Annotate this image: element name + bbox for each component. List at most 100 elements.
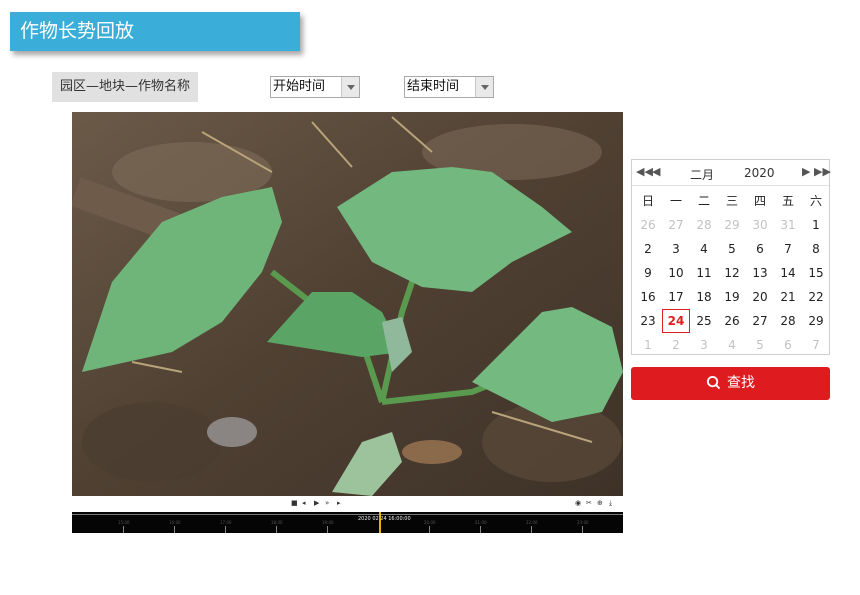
next-year-icon[interactable]: ▶▶ — [814, 166, 831, 178]
calendar-day[interactable]: 9 — [634, 261, 662, 285]
search-icon — [706, 375, 721, 390]
calendar-day[interactable]: 2 — [634, 237, 662, 261]
calendar-day[interactable]: 19 — [718, 285, 746, 309]
timeline-tick-label: 21:00 — [475, 520, 487, 525]
weekday-label: 六 — [809, 194, 822, 208]
timeline-cursor-time: 2020 02 24 16:00:00 — [358, 516, 411, 522]
start-time-select[interactable]: 开始时间 — [270, 76, 360, 98]
calendar-header: ◀◀ ◀ 二月 2020 ▶ ▶▶ — [632, 160, 831, 186]
calendar-day[interactable]: 31 — [774, 213, 802, 237]
calendar-day-selected[interactable]: 24 — [662, 309, 690, 333]
fast-forward-icon[interactable]: » — [325, 499, 329, 508]
week-row: 16 17 18 19 20 21 22 — [634, 285, 830, 309]
clip-icon[interactable]: ✂ — [586, 499, 592, 508]
calendar-day[interactable]: 7 — [774, 237, 802, 261]
week-row: 26 27 28 29 30 31 1 — [634, 213, 830, 237]
weekday-label: 一 — [669, 194, 682, 208]
weekday-label: 四 — [753, 194, 766, 208]
weekday-label: 三 — [725, 194, 738, 208]
calendar-year[interactable]: 2020 — [744, 166, 775, 180]
calendar-day[interactable]: 4 — [718, 333, 746, 357]
calendar-day[interactable]: 17 — [662, 285, 690, 309]
crop-photo — [72, 112, 623, 496]
calendar-day[interactable]: 29 — [718, 213, 746, 237]
page-title: 作物长势回放 — [10, 12, 300, 51]
timeline-tick-label: 22:00 — [526, 520, 538, 525]
next-frame-icon[interactable]: ▸ — [337, 499, 341, 508]
timeline-tick — [225, 526, 226, 533]
timeline-tick — [174, 526, 175, 533]
calendar-day[interactable]: 27 — [662, 213, 690, 237]
timeline-tick-label: 16:00 — [169, 520, 181, 525]
video-player[interactable]: ■ ◂ ▶ » ▸ ◉ ✂ ⊕ ⤓ 15:00 16:00 17:00 18:0… — [72, 112, 623, 533]
calendar-day[interactable]: 28 — [774, 309, 802, 333]
calendar-day[interactable]: 5 — [718, 237, 746, 261]
calendar-day[interactable]: 23 — [634, 309, 662, 333]
timeline-tick-label: 15:00 — [118, 520, 130, 525]
timeline-tick-label: 20:00 — [424, 520, 436, 525]
calendar-day[interactable]: 7 — [802, 333, 830, 357]
next-month-icon[interactable]: ▶ — [802, 166, 810, 178]
calendar-day[interactable]: 3 — [662, 237, 690, 261]
calendar-day[interactable]: 6 — [774, 333, 802, 357]
timeline-tick — [480, 526, 481, 533]
calendar-day[interactable]: 15 — [802, 261, 830, 285]
stop-icon[interactable]: ■ — [291, 499, 298, 508]
timeline-tick — [531, 526, 532, 533]
timeline-tick-label: 23:00 — [577, 520, 589, 525]
timeline-tick — [123, 526, 124, 533]
breadcrumb: 园区—地块—作物名称 — [52, 72, 198, 102]
date-picker[interactable]: ◀◀ ◀ 二月 2020 ▶ ▶▶ 日 一 二 三 四 五 六 26 27 28… — [631, 159, 831, 357]
calendar-day[interactable]: 20 — [746, 285, 774, 309]
calendar-day[interactable]: 26 — [718, 309, 746, 333]
calendar-day[interactable]: 11 — [690, 261, 718, 285]
timeline-tick-label: 18:00 — [271, 520, 283, 525]
week-row: 1 2 3 4 5 6 7 — [634, 333, 830, 357]
week-row: 23 24 25 26 27 28 29 — [634, 309, 830, 333]
prev-month-icon[interactable]: ◀ — [652, 166, 660, 178]
end-time-label: 结束时间 — [407, 79, 460, 94]
download-icon[interactable]: ⤓ — [609, 499, 612, 508]
calendar-day[interactable]: 14 — [774, 261, 802, 285]
search-button[interactable]: 查找 — [631, 367, 830, 400]
snapshot-icon[interactable]: ◉ — [575, 499, 581, 508]
prev-frame-icon[interactable]: ◂ — [302, 499, 306, 508]
calendar-day[interactable]: 6 — [746, 237, 774, 261]
calendar-day[interactable]: 16 — [634, 285, 662, 309]
weekday-row: 日 一 二 三 四 五 六 — [634, 189, 830, 213]
calendar-day[interactable]: 29 — [802, 309, 830, 333]
week-row: 9 10 11 12 13 14 15 — [634, 261, 830, 285]
calendar-day[interactable]: 8 — [802, 237, 830, 261]
calendar-day[interactable]: 26 — [634, 213, 662, 237]
calendar-day[interactable]: 1 — [802, 213, 830, 237]
calendar-day[interactable]: 3 — [690, 333, 718, 357]
calendar-day[interactable]: 22 — [802, 285, 830, 309]
prev-year-icon[interactable]: ◀◀ — [636, 166, 653, 178]
end-time-select[interactable]: 结束时间 — [404, 76, 494, 98]
chevron-down-icon[interactable] — [475, 77, 493, 97]
timeline-tick — [582, 526, 583, 533]
calendar-day[interactable]: 4 — [690, 237, 718, 261]
calendar-day[interactable]: 12 — [718, 261, 746, 285]
play-icon[interactable]: ▶ — [314, 499, 319, 508]
calendar-day[interactable]: 13 — [746, 261, 774, 285]
calendar-day[interactable]: 1 — [634, 333, 662, 357]
calendar-day[interactable]: 2 — [662, 333, 690, 357]
calendar-day[interactable]: 10 — [662, 261, 690, 285]
calendar-day[interactable]: 18 — [690, 285, 718, 309]
calendar-day[interactable]: 30 — [746, 213, 774, 237]
timeline-tick — [327, 526, 328, 533]
calendar-day[interactable]: 27 — [746, 309, 774, 333]
calendar-day[interactable]: 21 — [774, 285, 802, 309]
calendar-day[interactable]: 25 — [690, 309, 718, 333]
zoom-icon[interactable]: ⊕ — [597, 499, 603, 508]
calendar-day[interactable]: 5 — [746, 333, 774, 357]
calendar-month[interactable]: 二月 — [690, 166, 714, 183]
calendar-day[interactable]: 28 — [690, 213, 718, 237]
calendar-grid: 日 一 二 三 四 五 六 26 27 28 29 30 31 1 2 3 4 … — [634, 189, 830, 357]
chevron-down-icon[interactable] — [341, 77, 359, 97]
search-button-label: 查找 — [727, 375, 755, 391]
timeline-tick — [276, 526, 277, 533]
playback-timeline[interactable]: 15:00 16:00 17:00 18:00 19:00 20:00 21:0… — [72, 512, 623, 533]
start-time-label: 开始时间 — [273, 79, 326, 94]
